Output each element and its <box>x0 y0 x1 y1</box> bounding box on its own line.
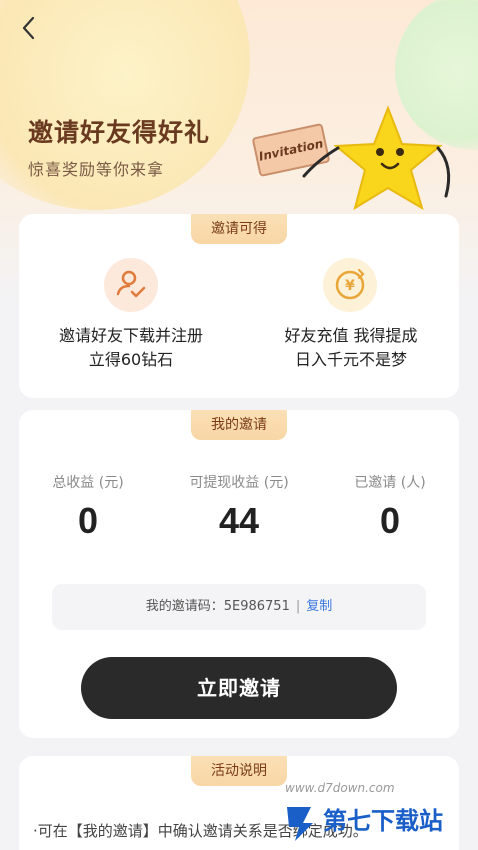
benefit-register: 邀请好友下载并注册 立得60钻石 <box>21 324 241 372</box>
stat-label: 可提现收益 (元) <box>189 475 289 491</box>
benefit-line: 好友充值 我得提成 <box>284 326 418 345</box>
watermark-text: 第七下载站 <box>323 807 443 835</box>
divider: | <box>295 599 301 614</box>
stat-value: 0 <box>379 500 401 541</box>
user-check-icon <box>104 258 158 312</box>
copy-button[interactable]: 复制 <box>306 599 332 614</box>
my-invites-card: 我的邀请 总收益 (元) 0 可提现收益 (元) 44 已邀请 (人) 0 我的… <box>19 410 459 738</box>
watermark-logo-icon <box>287 807 313 841</box>
svg-text:¥: ¥ <box>345 278 355 294</box>
invite-now-button[interactable]: 立即邀请 <box>81 657 397 719</box>
activity-tab: 活动说明 <box>191 756 287 786</box>
watermark: 第七下载站 www.d7down.com <box>285 781 478 850</box>
page-subtitle: 惊喜奖励等你来拿 <box>28 160 165 179</box>
stat-invited-count: 已邀请 (人) 0 <box>315 472 465 542</box>
stat-value: 0 <box>77 500 99 541</box>
watermark-url: www.d7down.com <box>285 781 395 795</box>
back-arrow-icon[interactable] <box>16 14 44 42</box>
invite-code-label: 我的邀请码： <box>145 599 224 614</box>
benefits-tab: 邀请可得 <box>191 214 287 244</box>
benefit-line: 日入千元不是梦 <box>294 350 407 369</box>
invite-code-box: 我的邀请码：5E986751 | 复制 <box>52 584 426 630</box>
benefit-recharge: 好友充值 我得提成 日入千元不是梦 <box>241 324 461 372</box>
star-mascot-icon <box>302 105 451 211</box>
page-title: 邀请好友得好礼 <box>28 118 211 147</box>
yen-coin-icon: ¥ <box>323 258 377 312</box>
stat-label: 已邀请 (人) <box>354 475 426 491</box>
stat-total-earnings: 总收益 (元) 0 <box>13 472 163 542</box>
benefits-card: 邀请可得 ¥ 邀请好友下载并注册 立得60钻石 好友充值 我得提成 日入千元不是… <box>19 214 459 398</box>
benefit-line: 邀请好友下载并注册 <box>58 326 203 345</box>
benefit-line: 立得60钻石 <box>88 350 174 369</box>
stat-value: 44 <box>218 500 260 541</box>
invite-code-value: 5E986751 <box>223 599 290 614</box>
stat-withdrawable: 可提现收益 (元) 44 <box>164 472 314 542</box>
stat-label: 总收益 (元) <box>52 475 124 491</box>
my-invites-tab: 我的邀请 <box>191 410 287 440</box>
